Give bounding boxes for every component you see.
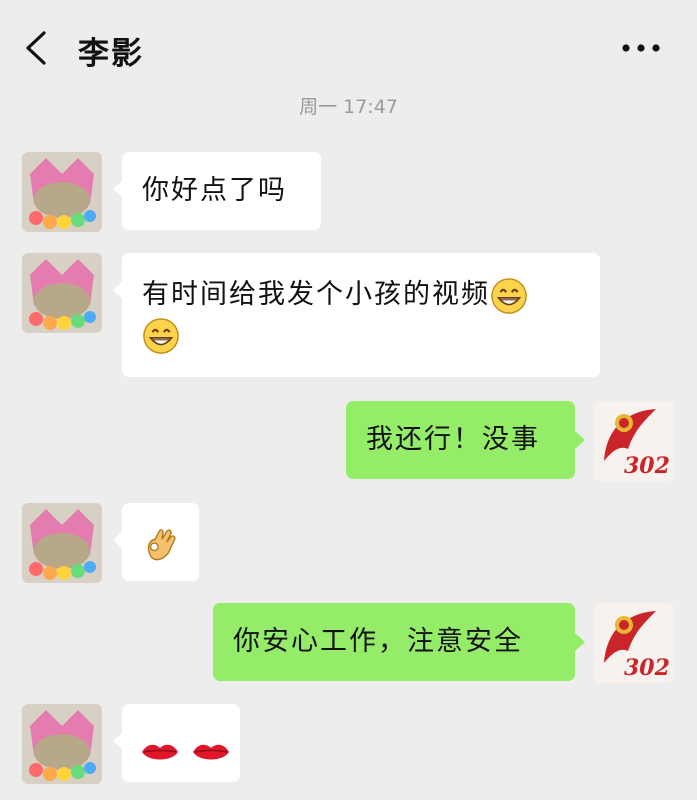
lips-icon [191, 740, 231, 764]
chevron-left-icon[interactable] [22, 30, 50, 66]
message-bubble[interactable] [122, 503, 199, 581]
bubble-tail [575, 633, 585, 651]
chat-header: 李影 [0, 0, 697, 92]
bubble-tail [575, 431, 585, 449]
message-text: 你好点了吗 [142, 175, 287, 206]
contact-avatar[interactable] [22, 503, 102, 583]
message-text: 我还行！没事 [366, 424, 540, 455]
contact-avatar[interactable] [22, 704, 102, 784]
more-dots-icon[interactable] [618, 36, 664, 60]
grinning-face-icon [142, 317, 180, 355]
contact-name: 李影 [78, 36, 144, 72]
grinning-face-icon [490, 277, 528, 315]
message-bubble[interactable]: 你好点了吗 [122, 152, 321, 230]
ok-hand-icon [142, 525, 180, 563]
message-text: 你安心工作，注意安全 [233, 626, 523, 657]
contact-avatar[interactable] [22, 152, 102, 232]
contact-avatar[interactable] [22, 253, 102, 333]
my-avatar[interactable] [594, 401, 674, 481]
message-text: 有时间给我发个小孩的视频 [142, 279, 490, 310]
message-timestamp: 周一 17:47 [299, 96, 398, 118]
message-bubble[interactable]: 你安心工作，注意安全 [213, 603, 575, 681]
lips-icon [140, 740, 180, 764]
message-bubble[interactable]: 有时间给我发个小孩的视频 [122, 253, 600, 377]
my-avatar[interactable] [594, 603, 674, 683]
message-bubble[interactable] [122, 704, 240, 782]
message-bubble[interactable]: 我还行！没事 [346, 401, 575, 479]
